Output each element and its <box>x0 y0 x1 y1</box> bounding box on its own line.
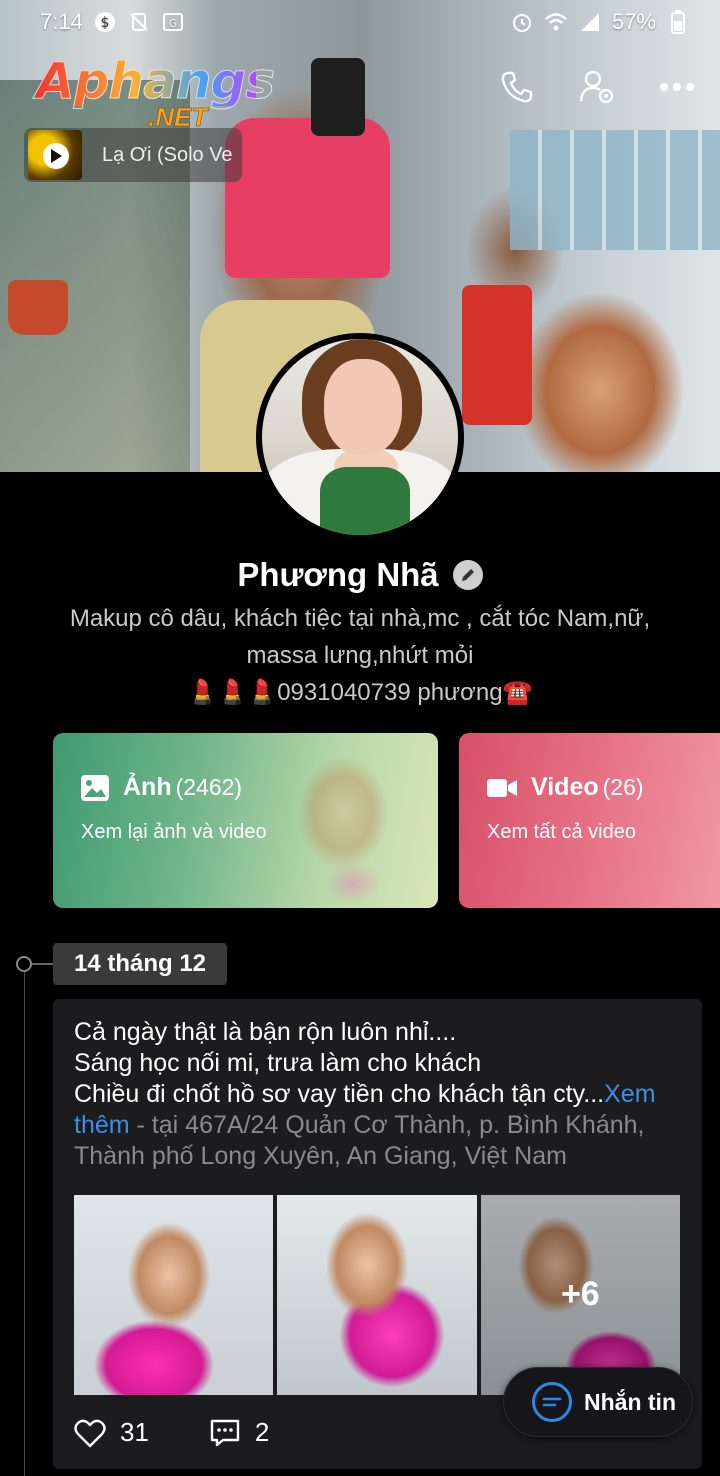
timeline-line <box>24 963 25 1476</box>
message-button-label: Nhắn tin <box>584 1388 676 1415</box>
play-icon[interactable] <box>43 143 69 169</box>
like-button[interactable]: 31 <box>74 1417 149 1448</box>
video-card-subtitle: Xem tất cả video <box>487 821 636 843</box>
post-line-3: Chiều đi chốt hồ sơ vay tiền cho khách t… <box>74 1080 605 1108</box>
timeline-date: 14 tháng 12 <box>53 943 227 985</box>
profile-music[interactable]: Lạ Ơi (Solo Ve <box>24 128 242 182</box>
post-photo[interactable] <box>277 1195 477 1395</box>
music-title: Lạ Ơi (Solo Ve <box>102 143 233 166</box>
watermark-logo: Aphangs .NET <box>36 52 276 136</box>
cover-decor-figure <box>225 118 390 278</box>
translate-icon: G <box>161 10 185 34</box>
svg-text:$: $ <box>100 15 109 31</box>
timeline-connector <box>32 963 54 965</box>
video-camera-icon <box>487 778 517 797</box>
image-icon <box>81 774 109 801</box>
profile-settings-button[interactable] <box>576 66 618 108</box>
bio-line-2: massa lưng,nhứt mỏi <box>246 642 474 669</box>
cover-decor-shelf <box>510 130 720 250</box>
bio-line-1: Makup cô dâu, khách tiệc tại nhà,mc , cắ… <box>69 605 651 632</box>
status-time: 7:14 <box>40 9 83 34</box>
photos-card-thumbnail <box>263 733 438 908</box>
status-right: 57% <box>510 9 690 35</box>
video-card[interactable]: Video (26) Xem tất cả video <box>459 733 720 908</box>
post-line-2: Sáng học nối mi, trưa làm cho khách <box>74 1049 482 1077</box>
profile-name-row: Phương Nhã <box>0 556 720 594</box>
post-text: Cả ngày thật là bận rộn luôn nhỉ.... Sán… <box>74 1017 684 1172</box>
comment-icon <box>210 1419 240 1446</box>
music-cover <box>28 130 82 180</box>
battery-percent: 57% <box>611 9 656 34</box>
more-options-button[interactable] <box>656 66 698 108</box>
photos-card-title-row: Ảnh (2462) <box>81 773 242 802</box>
battery-icon <box>666 10 690 34</box>
photos-card-subtitle: Xem lại ảnh và video <box>81 821 267 843</box>
photos-card[interactable]: Ảnh (2462) Xem lại ảnh và video <box>53 733 438 908</box>
cover-decor-phone <box>311 58 365 136</box>
avatar-image <box>262 339 458 535</box>
call-button[interactable] <box>496 66 538 108</box>
post-location[interactable]: - tại 467A/24 Quản Cơ Thành, p. Bình Khá… <box>74 1111 644 1170</box>
post-photos: +6 <box>74 1195 680 1395</box>
post-photo-more[interactable]: +6 <box>480 1195 680 1395</box>
no-sync-icon <box>127 10 151 34</box>
header-actions <box>496 66 698 108</box>
profile-avatar[interactable] <box>256 333 464 541</box>
video-card-count: (26) <box>602 774 644 800</box>
phone-icon <box>501 71 533 103</box>
status-left: 7:14 $ G <box>40 9 185 35</box>
timeline-dot <box>16 956 32 972</box>
svg-text:G: G <box>169 17 178 30</box>
like-count: 31 <box>120 1417 149 1447</box>
comment-button[interactable]: 2 <box>209 1417 269 1448</box>
video-card-title-row: Video (26) <box>487 773 644 802</box>
profile-name: Phương Nhã <box>237 556 439 593</box>
alarm-icon <box>510 10 534 34</box>
signal-icon <box>578 10 602 34</box>
post-photo[interactable] <box>74 1195 274 1395</box>
post-line-1: Cả ngày thật là bận rộn luôn nhỉ.... <box>74 1018 457 1046</box>
logo-text: Aphangs <box>36 52 276 110</box>
heart-icon <box>74 1419 106 1447</box>
wifi-icon <box>544 10 568 34</box>
comment-count: 2 <box>254 1417 270 1447</box>
photos-card-title: Ảnh <box>123 773 172 801</box>
message-button[interactable]: Nhắn tin <box>503 1367 693 1437</box>
cover-decor-chair <box>462 285 532 425</box>
currency-icon: $ <box>93 10 117 34</box>
video-card-title: Video <box>531 773 599 801</box>
bio-line-3: 💄💄💄0931040739 phương☎️ <box>187 679 533 706</box>
edit-pencil-icon[interactable] <box>452 560 483 590</box>
cover-decor-bucket <box>8 280 68 335</box>
more-dots-icon <box>660 83 694 91</box>
profile-bio: Makup cô dâu, khách tiệc tại nhà,mc , cắ… <box>30 600 690 711</box>
message-icon <box>532 1382 572 1422</box>
status-bar: 7:14 $ G 57% <box>0 0 720 44</box>
post-actions: 31 2 <box>74 1417 269 1448</box>
user-settings-icon <box>579 70 614 104</box>
more-photos-count: +6 <box>560 1275 600 1313</box>
photos-card-count: (2462) <box>175 774 243 800</box>
